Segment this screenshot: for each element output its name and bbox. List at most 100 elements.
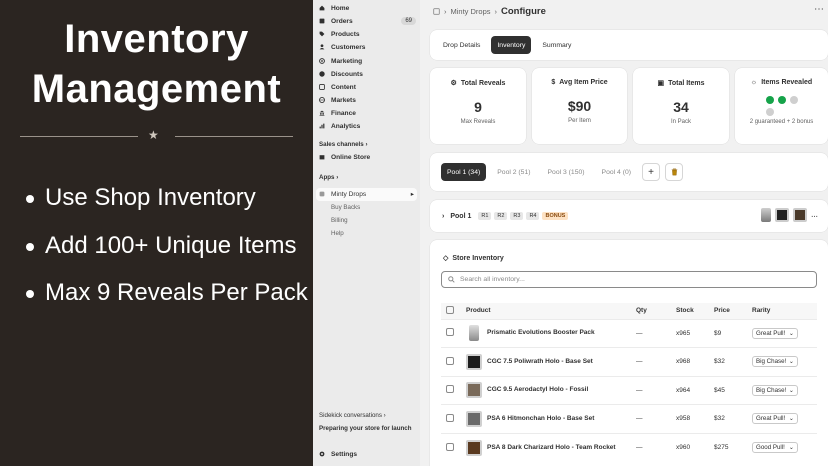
pool-tab-2[interactable]: Pool 2 (51)	[491, 163, 536, 181]
row-checkbox[interactable]	[446, 356, 454, 365]
stock-cell: x965	[676, 329, 691, 337]
table-row[interactable]: PSA 8 Dark Charizard Holo - Team Rocket —…	[441, 433, 817, 462]
launch-progress-text[interactable]: Preparing your store for launch	[319, 425, 412, 432]
search-icon	[448, 276, 455, 283]
product-thumbnail	[466, 439, 482, 456]
table-row[interactable]: Prismatic Evolutions Booster Pack — x965 $9…	[441, 319, 817, 348]
dollar-icon: $	[551, 79, 556, 86]
tab-bar: Drop Details Inventory Summary	[430, 30, 828, 60]
rarity-select[interactable]: Great Pull! ⌄	[752, 327, 798, 339]
app-pin-icon: ▸	[410, 191, 414, 198]
bar-chart-icon	[319, 123, 325, 129]
sidebar-item-discounts[interactable]: Discounts	[319, 68, 420, 80]
app-grid-icon[interactable]	[433, 7, 440, 15]
star-icon: ★	[148, 128, 159, 142]
select-all-checkbox[interactable]	[446, 305, 454, 314]
row-checkbox[interactable]	[446, 413, 454, 422]
apps-heading[interactable]: Apps ›	[319, 174, 338, 181]
sidebar-item-analytics[interactable]: Analytics	[319, 120, 420, 132]
breadcrumb-app[interactable]: Minty Drops	[451, 7, 491, 16]
sidebar-item-minty-drops[interactable]: Minty Drops ▸	[319, 188, 420, 200]
chevron-right-icon: ›	[365, 141, 368, 148]
search-placeholder: Search all inventory...	[460, 276, 525, 283]
sidebar-subitem-billing[interactable]: Billing	[331, 217, 348, 224]
page-title: Configure	[501, 5, 546, 17]
price-cell: $275	[714, 444, 729, 451]
pool-thumbnails: …	[761, 208, 818, 222]
col-rarity[interactable]: Rarity	[752, 303, 817, 319]
promo-title: Inventory Management	[0, 14, 313, 114]
sidebar-subitem-buy-backs[interactable]: Buy Backs	[331, 204, 360, 211]
bonus-chip: BONUS	[542, 212, 569, 220]
sidebar-item-settings[interactable]: Settings	[319, 448, 420, 460]
sidekick-link[interactable]: Sidekick conversations ›	[319, 412, 386, 419]
add-pool-button[interactable]: +	[642, 163, 660, 181]
product-name[interactable]: Prismatic Evolutions Booster Pack	[487, 329, 595, 337]
qty-cell[interactable]: —	[636, 405, 676, 434]
col-product[interactable]: Product	[466, 303, 636, 319]
sidebar-item-online-store[interactable]: Online Store	[319, 151, 420, 163]
chevron-right-icon[interactable]: ›	[442, 213, 444, 220]
tab-drop-details[interactable]: Drop Details	[437, 36, 486, 54]
trash-icon	[671, 168, 677, 176]
pool-row[interactable]: › Pool 1 R1 R2 R3 R4 BONUS …	[430, 200, 828, 232]
sidebar-item-home[interactable]: Home	[319, 2, 420, 14]
pool-tab-3[interactable]: Pool 3 (150)	[542, 163, 591, 181]
price-cell: $9	[714, 329, 722, 337]
row-checkbox[interactable]	[446, 442, 454, 451]
search-input[interactable]: Search all inventory...	[441, 271, 817, 288]
sidebar-item-marketing[interactable]: Marketing	[319, 55, 420, 67]
table-row[interactable]: PSA 6 Hitmonchan Holo - Base Set — x958 $32…	[441, 404, 817, 434]
sidebar-item-customers[interactable]: Customers	[319, 41, 420, 53]
qty-cell[interactable]: —	[636, 319, 676, 348]
product-name[interactable]: CGC 9.5 Aerodactyl Holo - Fossil	[487, 386, 588, 394]
store-inventory-card: ◇ Store Inventory Search all inventory...…	[430, 240, 828, 466]
more-icon: …	[811, 211, 818, 219]
rarity-select[interactable]: Good Pull! ⌄	[752, 442, 798, 453]
qty-cell[interactable]: —	[636, 376, 676, 405]
sidebar-item-finance[interactable]: Finance	[319, 107, 420, 119]
table-row[interactable]: CGC 7.5 Poliwrath Holo - Base Set — x968 $3…	[441, 347, 817, 377]
col-price[interactable]: Price	[714, 303, 752, 319]
pool-tab-1[interactable]: Pool 1 (34)	[441, 163, 487, 181]
product-thumbnail	[469, 325, 479, 342]
table-row[interactable]: CGC 9.5 Aerodactyl Holo - Fossil — x964 $45…	[441, 376, 817, 405]
rarity-select[interactable]: Big Chase! ⌄	[752, 356, 798, 368]
qty-cell[interactable]: —	[636, 348, 676, 377]
pool-tab-4[interactable]: Pool 4 (0)	[596, 163, 637, 181]
more-actions-icon[interactable]: ⋯	[814, 4, 824, 15]
target-icon	[319, 58, 325, 64]
col-stock[interactable]: Stock	[676, 303, 714, 319]
tab-summary[interactable]: Summary	[536, 36, 577, 54]
sales-channels-heading[interactable]: Sales channels ›	[319, 141, 368, 148]
reveal-dot	[765, 96, 774, 104]
sidebar-item-orders[interactable]: Orders 69	[319, 15, 420, 27]
sidebar-item-products[interactable]: Products	[319, 28, 420, 40]
tab-inventory[interactable]: Inventory	[491, 36, 532, 54]
rarity-select[interactable]: Great Pull! ⌄	[752, 413, 798, 425]
product-name[interactable]: PSA 8 Dark Charizard Holo - Team Rocket	[487, 444, 616, 452]
sidebar-item-content[interactable]: Content	[319, 81, 420, 93]
orders-count-badge: 69	[401, 17, 416, 25]
product-thumbnail	[761, 208, 771, 222]
reveal-dot	[789, 96, 798, 104]
row-checkbox[interactable]	[446, 328, 454, 337]
stock-cell: x964	[676, 386, 691, 394]
row-checkbox[interactable]	[446, 385, 454, 394]
stat-sub: 2 guaranteed + 2 bonus	[749, 119, 814, 125]
product-name[interactable]: CGC 7.5 Poliwrath Holo - Base Set	[487, 358, 593, 366]
col-qty[interactable]: Qty	[636, 303, 676, 319]
feature-list: Use Shop Inventory Add 100+ Unique Items…	[26, 186, 308, 329]
person-icon	[319, 44, 325, 50]
qty-cell[interactable]: —	[636, 433, 676, 462]
rarity-select[interactable]: Big Chase! ⌄	[752, 384, 798, 396]
chevron-down-icon: ⌄	[788, 444, 794, 451]
reveal-dot	[777, 96, 786, 104]
sidebar-item-markets[interactable]: Markets	[319, 94, 420, 106]
globe-icon	[319, 97, 325, 103]
sidebar-subitem-help[interactable]: Help	[331, 230, 344, 237]
home-icon	[319, 5, 325, 11]
delete-pool-button[interactable]	[665, 163, 683, 181]
plus-icon: +	[648, 166, 654, 178]
product-name[interactable]: PSA 6 Hitmonchan Holo - Base Set	[487, 415, 594, 423]
